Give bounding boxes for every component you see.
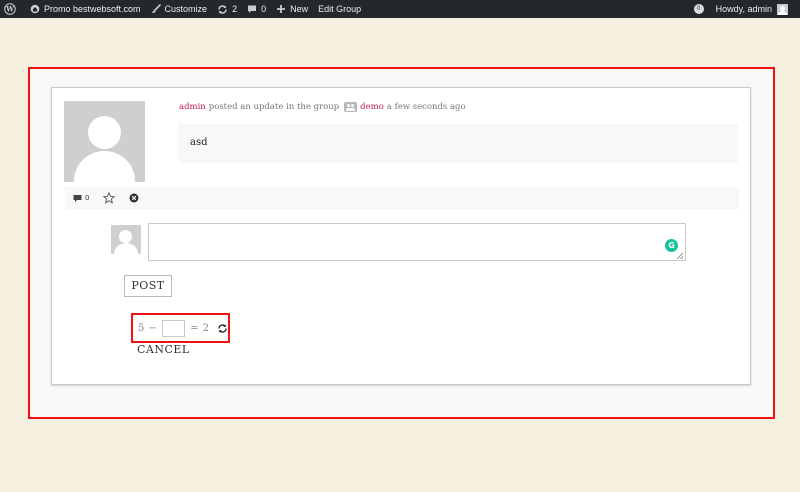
activity-time[interactable]: a few seconds ago [387, 102, 466, 112]
close-circle-icon [129, 193, 139, 203]
activity-text: asd [190, 137, 208, 148]
grammarly-icon[interactable]: G [665, 239, 678, 252]
cancel-button[interactable]: CANCEL [137, 343, 190, 356]
group-link[interactable]: demo [360, 102, 384, 112]
notifications-badge[interactable]: 0 [693, 4, 704, 14]
plus-icon [277, 5, 286, 13]
comments-link[interactable]: 0 [242, 0, 271, 18]
comment-icon [248, 5, 257, 13]
customize-label: Customize [164, 4, 208, 14]
activity-content: asd [178, 124, 738, 163]
activity-item: admin posted an update in the group demo… [51, 87, 751, 385]
edit-group-label: Edit Group [318, 4, 362, 14]
math-captcha: 5 − = 2 [131, 313, 230, 343]
updates-icon [218, 4, 227, 14]
activity-meta: admin posted an update in the group demo… [179, 102, 466, 112]
delete-button[interactable] [129, 193, 139, 203]
captcha-equals: = [190, 322, 199, 334]
captcha-refresh-button[interactable] [217, 323, 228, 334]
site-name-label: Promo bestwebsoft.com [44, 4, 141, 14]
howdy-label: Howdy, admin [715, 4, 772, 14]
customize-link[interactable]: Customize [146, 0, 213, 18]
comment-bubble-icon [73, 194, 82, 202]
captcha-result: 2 [202, 322, 209, 334]
activity-actions: 0 [65, 187, 739, 209]
captcha-operator: − [148, 322, 157, 334]
wordpress-icon: W [4, 3, 16, 15]
favorite-button[interactable] [103, 192, 116, 204]
comment-button[interactable]: 0 [73, 194, 89, 203]
wordpress-logo-button[interactable]: W [0, 0, 25, 18]
resize-handle[interactable] [677, 253, 683, 259]
comment-textarea[interactable] [148, 223, 686, 261]
user-link[interactable]: admin [179, 102, 206, 112]
admin-avatar [777, 3, 788, 15]
commenter-avatar [111, 225, 141, 254]
user-avatar[interactable] [64, 101, 145, 182]
new-content-link[interactable]: New [271, 0, 313, 18]
brush-icon [151, 4, 161, 13]
site-name-link[interactable]: Promo bestwebsoft.com [25, 0, 146, 18]
updates-link[interactable]: 2 [212, 0, 242, 18]
svg-text:W: W [5, 5, 14, 14]
captcha-answer-input[interactable] [161, 319, 186, 337]
action-text: posted an update in the group [208, 102, 340, 112]
post-button[interactable]: POST [124, 275, 172, 297]
edit-group-link[interactable]: Edit Group [313, 0, 366, 18]
new-label: New [290, 4, 309, 14]
refresh-icon [218, 323, 227, 333]
captcha-left-operand: 5 [138, 322, 145, 334]
comment-count: 0 [85, 194, 90, 202]
admin-bar: W Promo bestwebsoft.com Customize 2 0 Ne… [0, 0, 800, 18]
home-icon [30, 4, 40, 14]
my-account-link[interactable]: Howdy, admin [711, 0, 800, 18]
comments-count: 0 [261, 4, 267, 14]
group-avatar-icon[interactable] [344, 102, 358, 112]
updates-count: 2 [232, 4, 238, 14]
star-icon [103, 192, 116, 204]
